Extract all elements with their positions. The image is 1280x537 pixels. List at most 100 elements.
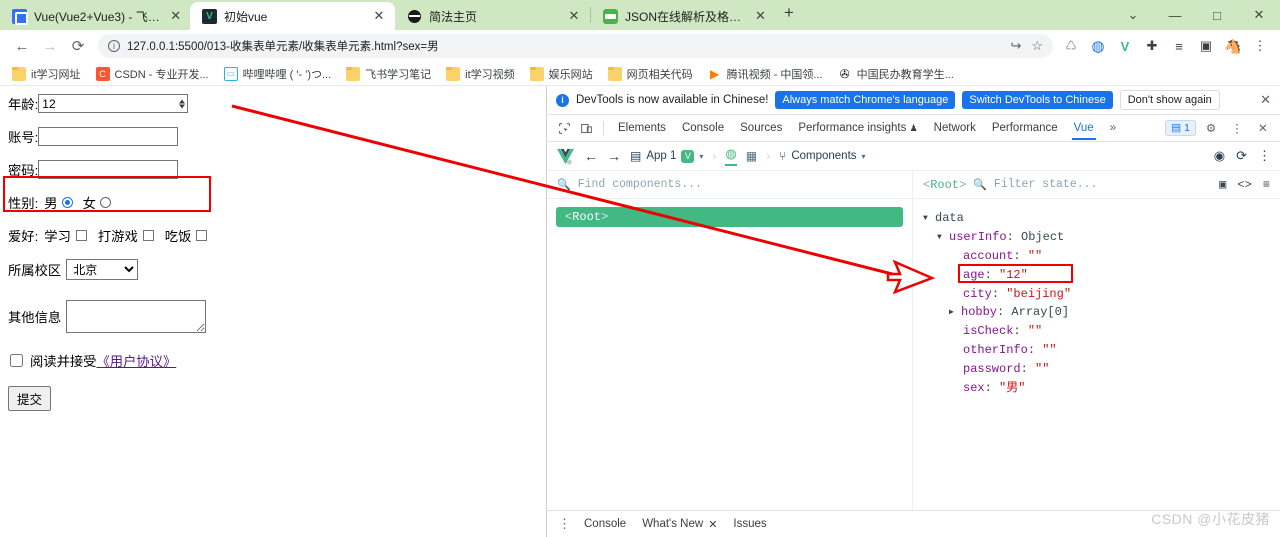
tab-close-icon[interactable]: ✕ [169, 8, 182, 24]
tab-performance-insights[interactable]: Performance insights ♟ [790, 117, 925, 139]
other-info-textarea[interactable] [66, 300, 207, 333]
playlist-icon[interactable]: ≡ [1167, 34, 1191, 58]
password-input[interactable] [38, 160, 179, 179]
close-icon[interactable]: ✕ [1252, 92, 1271, 108]
close-window-button[interactable]: ✕ [1238, 0, 1280, 30]
collapse-icon[interactable]: ≡ [1263, 178, 1270, 192]
hobby-checkbox-0[interactable] [75, 230, 87, 241]
bookmark-item[interactable]: 飞书学习笔记 [340, 64, 437, 84]
chevron-down-icon[interactable]: ▾ [862, 152, 866, 161]
dont-show-again-button[interactable]: Don't show again [1119, 90, 1220, 110]
account-input[interactable] [38, 127, 179, 146]
campus-select[interactable]: 北京 [66, 259, 139, 280]
tab-performance[interactable]: Performance [984, 117, 1066, 139]
tab-close-icon[interactable]: ✕ [566, 8, 582, 24]
state-row-sex[interactable]: sex: "男" [963, 379, 1270, 398]
tab-sources[interactable]: Sources [732, 117, 790, 139]
vue-back-button[interactable]: ← [584, 148, 598, 164]
submit-button[interactable]: 提交 [8, 386, 52, 411]
drawer-tab-console[interactable]: Console [576, 514, 634, 534]
maximize-button[interactable]: □ [1196, 0, 1238, 30]
always-match-language-button[interactable]: Always match Chrome's language [775, 91, 956, 109]
chevron-down-icon[interactable]: ▾ [699, 152, 703, 161]
age-stepper[interactable] [179, 99, 186, 108]
vue-view-selector[interactable]: ⑂ Components ▾ [779, 149, 865, 163]
component-node-root[interactable]: < Root > [556, 207, 903, 227]
bookmark-item[interactable]: C CSDN - 专业开发... [90, 64, 215, 84]
state-row-hobby[interactable]: ▶ hobby: Array[0] [949, 303, 1270, 322]
vue-forward-button[interactable]: → [607, 148, 621, 164]
refresh-icon[interactable]: ⟳ [1236, 148, 1247, 164]
new-tab-button[interactable]: + [774, 3, 804, 27]
browser-tab-0[interactable]: Vue(Vue2+Vue3) - 飞书云文档 ✕ [0, 2, 190, 30]
share-icon[interactable]: ↪ [1010, 38, 1021, 54]
reload-button[interactable]: ⟳ [64, 32, 92, 60]
bookmark-star-icon[interactable]: ☆ [1031, 38, 1043, 54]
state-row-account[interactable]: account: "" [963, 247, 1270, 266]
tab-console[interactable]: Console [674, 117, 732, 139]
drawer-tab-whats-new[interactable]: What's New ✕ [634, 514, 725, 535]
tab-close-icon[interactable]: ✕ [371, 8, 387, 24]
site-info-icon[interactable]: i [108, 40, 120, 52]
device-toolbar-icon[interactable] [575, 117, 597, 139]
forward-button[interactable]: → [36, 32, 64, 60]
drawer-menu-icon[interactable]: ⋮ [553, 516, 576, 532]
sex-male-radio[interactable] [61, 197, 73, 208]
vue-devtools-icon[interactable]: V [1113, 34, 1137, 58]
target-icon[interactable]: ◉ [1214, 148, 1225, 164]
puzzle-icon[interactable]: ✚ [1140, 34, 1164, 58]
devtools-close-icon[interactable]: ✕ [1252, 117, 1274, 139]
browser-tab-3[interactable]: JSON在线解析及格式化验证 - JS ✕ [591, 2, 774, 30]
sidepanel-icon[interactable]: ▣ [1194, 34, 1218, 58]
state-filter-placeholder[interactable]: Filter state... [994, 178, 1098, 191]
tab-overflow-icon[interactable]: » [1102, 117, 1124, 139]
code-icon[interactable]: <> [1237, 178, 1251, 192]
user-agreement-link[interactable]: 《用户协议》 [96, 351, 176, 370]
state-object-userinfo[interactable]: ▼ userInfo: Object [937, 228, 1270, 247]
drawer-tab-issues[interactable]: Issues [725, 514, 774, 534]
bookmark-item[interactable]: ▶ 腾讯视频 - 中国领... [702, 64, 829, 84]
bookmark-item[interactable]: it学习网址 [6, 64, 87, 84]
opera-icon[interactable]: ◍ [1086, 34, 1110, 58]
bookmark-item[interactable]: 娱乐网站 [524, 64, 599, 84]
agreement-checkbox[interactable] [10, 354, 23, 367]
vue-scan-icon[interactable]: ◍ [725, 146, 737, 166]
components-search-bar[interactable]: 🔍 Find components... [547, 171, 912, 199]
triangle-down-icon[interactable]: ▼ [937, 228, 949, 247]
close-icon[interactable]: ✕ [708, 518, 717, 531]
inspect-icon[interactable]: ▣ [1219, 177, 1226, 192]
gear-icon[interactable]: ⚙ [1200, 117, 1222, 139]
hobby-checkbox-2[interactable] [196, 230, 208, 241]
switch-to-chinese-button[interactable]: Switch DevTools to Chinese [962, 91, 1113, 109]
vue-app-selector[interactable]: ▤ App 1 V ▾ [630, 149, 703, 163]
age-input[interactable] [38, 94, 189, 113]
vue-menu-icon[interactable]: ⋮ [1258, 148, 1271, 164]
sex-female-radio[interactable] [99, 197, 111, 208]
state-row-age[interactable]: age: "12" [958, 263, 1073, 285]
bookmark-item[interactable]: 网页相关代码 [602, 64, 699, 84]
bookmark-item[interactable]: ✇ 中国民办教育学生... [832, 64, 960, 84]
triangle-down-icon[interactable]: ▼ [923, 209, 935, 228]
horse-icon[interactable]: 🐴 [1221, 34, 1245, 58]
tab-close-icon[interactable]: ✕ [755, 8, 766, 24]
recycle-icon[interactable]: ♺ [1059, 34, 1083, 58]
bookmark-item[interactable]: ▭ 哔哩哔哩 ( '- ')つ... [218, 64, 338, 84]
tab-vue[interactable]: Vue [1066, 117, 1102, 140]
issues-badge[interactable]: ▤ 1 [1165, 120, 1196, 136]
state-group-data[interactable]: ▼ data [923, 209, 1270, 228]
back-button[interactable]: ← [8, 32, 36, 60]
state-row-city[interactable]: city: "beijing" [963, 285, 1270, 304]
state-row-password[interactable]: password: "" [963, 360, 1270, 379]
hobby-checkbox-1[interactable] [142, 230, 154, 241]
browser-tab-1[interactable]: 初始vue ✕ [190, 2, 395, 30]
chevron-down-icon[interactable]: ⌄ [1112, 0, 1154, 30]
minimize-button[interactable]: — [1154, 0, 1196, 30]
browser-tab-2[interactable]: 简法主页 ✕ [395, 2, 590, 30]
bookmark-item[interactable]: it学习视频 [440, 64, 521, 84]
triangle-right-icon[interactable]: ▶ [949, 303, 961, 322]
tab-network[interactable]: Network [926, 117, 984, 139]
inspect-element-icon[interactable] [553, 117, 575, 139]
state-row-otherinfo[interactable]: otherInfo: "" [963, 341, 1270, 360]
address-bar[interactable]: i 127.0.0.1:5500/013-收集表单元素/收集表单元素.html?… [98, 34, 1053, 58]
chrome-menu-icon[interactable]: ⋮ [1248, 34, 1272, 58]
